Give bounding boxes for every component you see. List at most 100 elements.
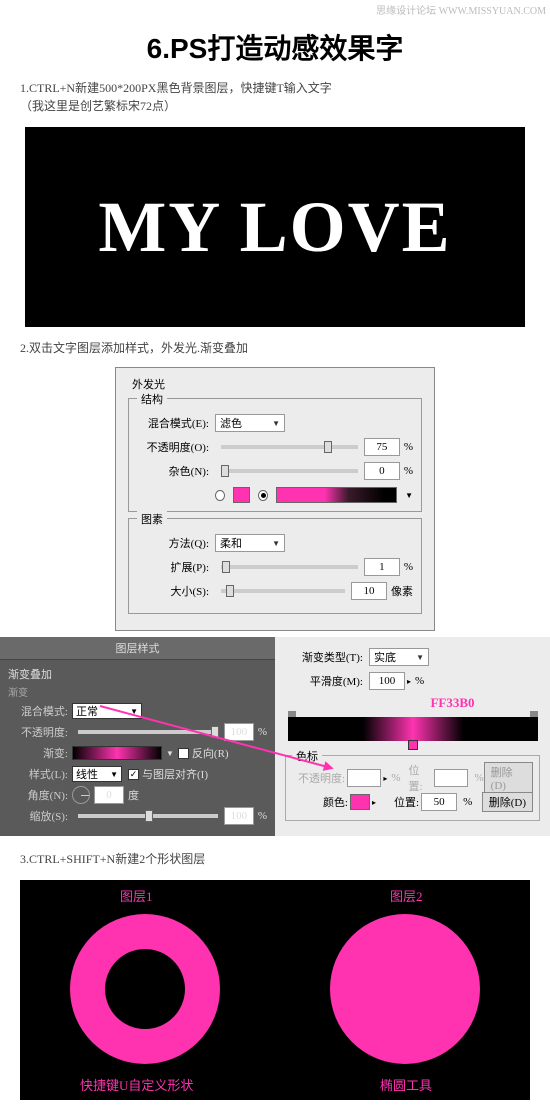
preview-canvas-2: 图层1 图层2 快捷键U自定义形状 椭圆工具 bbox=[20, 880, 530, 1100]
percent-label-7: % bbox=[391, 772, 400, 784]
chevron-icon: ▸ bbox=[383, 774, 387, 783]
reverse-checkbox[interactable] bbox=[178, 748, 189, 759]
chevron-icon[interactable]: ▸ bbox=[372, 798, 376, 807]
preview-canvas-1: MY LOVE bbox=[25, 127, 525, 327]
grad-section: 渐变 bbox=[8, 684, 267, 699]
step1-line2: （我这里是创艺繁标宋72点） bbox=[20, 97, 530, 115]
grad-overlay-section: 渐变叠加 bbox=[8, 666, 267, 682]
color-swatch[interactable] bbox=[233, 487, 251, 503]
spread-input[interactable]: 1 bbox=[364, 558, 400, 576]
gradient-stop[interactable] bbox=[408, 740, 418, 750]
method-value: 柔和 bbox=[220, 535, 242, 551]
ls-scale-input[interactable]: 100 bbox=[224, 807, 254, 825]
size-slider[interactable] bbox=[221, 589, 345, 593]
step1-text: 1.CTRL+N新建500*200PX黑色背景图层，快捷键T输入文字 （我这里是… bbox=[0, 75, 550, 119]
percent-label-4: % bbox=[258, 726, 267, 738]
layer-style-panel: 图层样式 渐变叠加 渐变 混合模式: 正常 ▼ 不透明度: 100 % 渐变: … bbox=[0, 637, 275, 836]
blend-mode-combo[interactable]: 滤色 ▼ bbox=[215, 414, 285, 432]
elements-legend: 图素 bbox=[137, 511, 167, 527]
color-radio[interactable] bbox=[215, 490, 225, 501]
structure-legend: 结构 bbox=[137, 391, 167, 407]
chevron-down-icon[interactable]: ▼ bbox=[166, 749, 174, 758]
percent-label-8: % bbox=[474, 772, 483, 784]
ls-style-combo[interactable]: 线性 ▼ bbox=[72, 766, 122, 782]
ls-scale-slider[interactable] bbox=[78, 814, 218, 818]
blend-mode-label: 混合模式(E): bbox=[137, 415, 209, 431]
step1-line1: 1.CTRL+N新建500*200PX黑色背景图层，快捷键T输入文字 bbox=[20, 79, 530, 97]
layer-style-title: 图层样式 bbox=[0, 637, 275, 660]
caption1: 快捷键U自定义形状 bbox=[80, 1075, 193, 1094]
size-input[interactable]: 10 bbox=[351, 582, 387, 600]
structure-group: 结构 混合模式(E): 滤色 ▼ 不透明度(O): 75 % 杂色(N): 0 … bbox=[128, 398, 422, 512]
grad-type-combo[interactable]: 实底 ▼ bbox=[369, 648, 429, 666]
noise-slider[interactable] bbox=[221, 469, 358, 473]
ls-grad-label: 渐变: bbox=[8, 745, 68, 761]
gradient-preview[interactable] bbox=[276, 487, 397, 503]
opacity-slider[interactable] bbox=[221, 445, 358, 449]
watermark-text: 思缘设计论坛 WWW.MISSYUAN.COM bbox=[0, 0, 550, 19]
gradient-bar[interactable] bbox=[288, 717, 538, 741]
align-label: 与图层对齐(I) bbox=[142, 766, 208, 782]
pixels-label: 像素 bbox=[391, 583, 413, 599]
elements-group: 图素 方法(Q): 柔和 ▼ 扩展(P): 1 % 大小(S): 10 像素 bbox=[128, 518, 422, 614]
step3-text: 3.CTRL+SHIFT+N新建2个形状图层 bbox=[0, 846, 550, 872]
ls-scale-label: 缩放(S): bbox=[8, 808, 68, 824]
stop-opacity-input bbox=[347, 769, 381, 787]
gradient-editor-panel: 渐变类型(T): 实底 ▼ 平滑度(M): 100 ▸ % FF33B0 色标 … bbox=[275, 637, 550, 836]
stop-color-swatch[interactable] bbox=[350, 794, 370, 810]
hex-annotation: FF33B0 bbox=[365, 695, 540, 711]
ls-blend-value: 正常 bbox=[76, 703, 98, 719]
smooth-label: 平滑度(M): bbox=[285, 673, 363, 689]
outer-glow-panel: 外发光 结构 混合模式(E): 滤色 ▼ 不透明度(O): 75 % 杂色(N)… bbox=[115, 367, 435, 631]
ls-opacity-input[interactable]: 100 bbox=[224, 723, 254, 741]
chevron-down-icon: ▼ bbox=[416, 653, 424, 662]
layer2-label: 图层2 bbox=[390, 886, 423, 905]
delete-button-1[interactable]: 删除(D) bbox=[484, 762, 533, 794]
caption2: 椭圆工具 bbox=[380, 1075, 432, 1094]
stop-pos-input-1 bbox=[434, 769, 468, 787]
chevron-down-icon[interactable]: ▼ bbox=[405, 491, 413, 500]
opacity-label: 不透明度(O): bbox=[137, 439, 209, 455]
outer-glow-title: 外发光 bbox=[132, 376, 422, 392]
grad-type-label: 渐变类型(T): bbox=[285, 649, 363, 665]
page-title: 6.PS打造动感效果字 bbox=[0, 19, 550, 75]
chevron-icon[interactable]: ▸ bbox=[407, 677, 411, 686]
percent-label-9: % bbox=[463, 796, 472, 808]
reverse-label: 反向(R) bbox=[192, 745, 229, 761]
method-combo[interactable]: 柔和 ▼ bbox=[215, 534, 285, 552]
angle-unit: 度 bbox=[128, 787, 139, 803]
spread-slider[interactable] bbox=[221, 565, 358, 569]
smooth-input[interactable]: 100 bbox=[369, 672, 405, 690]
grad-type-value: 实底 bbox=[374, 649, 396, 665]
ls-blend-combo[interactable]: 正常 ▼ bbox=[72, 703, 142, 719]
stop-pos-label-2: 位置: bbox=[394, 794, 419, 810]
ring-shape bbox=[70, 914, 220, 1064]
ls-angle-label: 角度(N): bbox=[8, 787, 68, 803]
angle-input[interactable]: 0 bbox=[94, 786, 124, 804]
ls-grad-preview[interactable] bbox=[72, 746, 162, 760]
layer1-label: 图层1 bbox=[120, 886, 153, 905]
ls-style-value: 线性 bbox=[76, 766, 98, 782]
noise-input[interactable]: 0 bbox=[364, 462, 400, 480]
chevron-down-icon: ▼ bbox=[272, 539, 280, 548]
align-checkbox[interactable]: ✓ bbox=[128, 769, 139, 780]
delete-button-2[interactable]: 删除(D) bbox=[482, 792, 533, 812]
size-label: 大小(S): bbox=[137, 583, 209, 599]
sample-text: MY LOVE bbox=[98, 186, 451, 269]
dual-panels: 图层样式 渐变叠加 渐变 混合模式: 正常 ▼ 不透明度: 100 % 渐变: … bbox=[0, 637, 550, 836]
percent-label-5: % bbox=[258, 810, 267, 822]
chevron-down-icon: ▼ bbox=[272, 419, 280, 428]
method-label: 方法(Q): bbox=[137, 535, 209, 551]
ls-opacity-label: 不透明度: bbox=[8, 724, 68, 740]
angle-dial[interactable] bbox=[72, 786, 90, 804]
spread-label: 扩展(P): bbox=[137, 559, 209, 575]
gradient-radio[interactable] bbox=[258, 490, 268, 501]
percent-label-2: % bbox=[404, 465, 413, 477]
percent-label: % bbox=[404, 441, 413, 453]
ls-style-label: 样式(L): bbox=[8, 766, 68, 782]
stop-pos-input-2[interactable]: 50 bbox=[421, 793, 457, 811]
opacity-input[interactable]: 75 bbox=[364, 438, 400, 456]
stop-pos-label-1: 位置: bbox=[409, 762, 433, 794]
stop-opacity-label: 不透明度: bbox=[292, 770, 345, 786]
blend-mode-value: 滤色 bbox=[220, 415, 242, 431]
